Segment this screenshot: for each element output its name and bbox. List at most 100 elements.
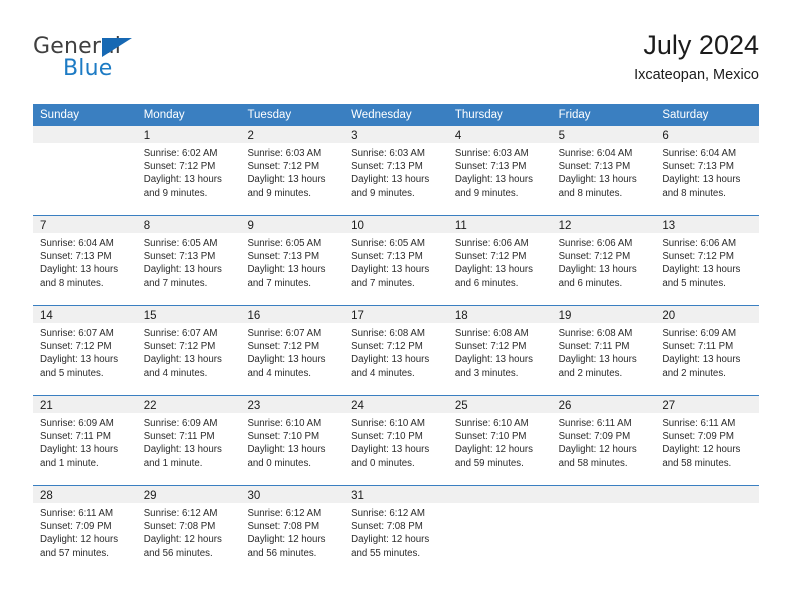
day-cell[interactable]: 23 Sunrise: 6:10 AM Sunset: 7:10 PM Dayligh… [240,396,345,485]
calendar-week-row: 28 Sunrise: 6:11 AM Sunset: 7:09 PM Dayligh… [33,485,760,575]
day-detail-line: Sunrise: 6:03 AM [454,148,529,159]
day-number: 18 [454,310,468,322]
day-cell-details: Sunrise: 6:10 AM Sunset: 7:10 PM Daylight:… [240,413,344,470]
day-detail-line: Daylight: 13 hours [454,264,533,276]
day-cell-details: Sunrise: 6:12 AM Sunset: 7:08 PM Daylight:… [137,503,241,560]
day-number-band [33,126,137,143]
day-number-band: 21 [33,396,137,413]
day-number: 24 [351,400,364,412]
day-detail-line: Daylight: 12 hours [143,534,222,546]
general-blue-logo[interactable]: General Blue [33,34,233,86]
day-number-band: 25 [447,396,552,413]
day-detail-line: Daylight: 13 hours [143,444,222,456]
day-cell[interactable]: 13 Sunrise: 6:06 AM Sunset: 7:12 PM Dayligh… [655,216,760,305]
day-cell[interactable]: 22 Sunrise: 6:09 AM Sunset: 7:11 PM Dayligh… [136,396,241,485]
day-cell[interactable]: 11 Sunrise: 6:06 AM Sunset: 7:12 PM Dayligh… [447,216,552,305]
day-cell[interactable]: 25 Sunrise: 6:10 AM Sunset: 7:10 PM Dayligh… [447,396,552,485]
day-cell[interactable]: 26 Sunrise: 6:11 AM Sunset: 7:09 PM Dayligh… [551,396,656,485]
day-detail-line: Sunset: 7:13 PM [351,161,423,173]
day-detail-line: Daylight: 13 hours [247,444,326,456]
day-cell-details: Sunrise: 6:07 AM Sunset: 7:12 PM Daylight:… [137,323,241,380]
day-cell[interactable]: 31 Sunrise: 6:12 AM Sunset: 7:08 PM Dayligh… [344,486,448,575]
day-cell[interactable]: 1 Sunrise: 6:02 AM Sunset: 7:12 PM Daylight… [136,126,241,215]
day-detail-line: and 7 minutes. [351,277,415,289]
day-cell[interactable]: 5 Sunrise: 6:04 AM Sunset: 7:13 PM Daylight… [551,126,656,215]
day-detail-line: Daylight: 13 hours [662,174,741,186]
day-cell[interactable]: 29 Sunrise: 6:12 AM Sunset: 7:08 PM Dayligh… [136,486,241,575]
day-detail-line: Sunset: 7:13 PM [40,251,112,263]
day-detail-line: Sunrise: 6:12 AM [143,508,218,519]
day-number-band: 23 [240,396,345,413]
day-cell[interactable]: 19 Sunrise: 6:08 AM Sunset: 7:11 PM Dayligh… [551,306,656,395]
day-number: 10 [351,220,364,232]
day-cell[interactable]: 10 Sunrise: 6:05 AM Sunset: 7:13 PM Dayligh… [344,216,448,305]
day-number: 12 [558,220,572,232]
day-number: 27 [662,400,676,412]
day-cell[interactable]: 18 Sunrise: 6:08 AM Sunset: 7:12 PM Dayligh… [447,306,552,395]
day-number-band: 3 [344,126,448,143]
day-detail-line: Sunrise: 6:07 AM [143,328,218,339]
day-cell-empty [551,486,656,575]
day-cell[interactable]: 30 Sunrise: 6:12 AM Sunset: 7:08 PM Dayligh… [240,486,345,575]
day-cell-empty [33,126,137,215]
day-cell-details: Sunrise: 6:02 AM Sunset: 7:12 PM Daylight:… [137,143,241,200]
day-detail-line: Sunrise: 6:02 AM [143,148,218,159]
day-detail-line: and 1 minute. [143,457,203,469]
day-number-band: 30 [240,486,345,503]
day-cell[interactable]: 2 Sunrise: 6:03 AM Sunset: 7:12 PM Daylight… [240,126,345,215]
day-cell[interactable]: 24 Sunrise: 6:10 AM Sunset: 7:10 PM Dayligh… [344,396,448,485]
day-number: 26 [558,400,572,412]
day-number-band: 2 [240,126,345,143]
day-detail-line: Sunset: 7:13 PM [558,161,631,173]
day-number-band: 22 [136,396,241,413]
day-cell[interactable]: 8 Sunrise: 6:05 AM Sunset: 7:13 PM Daylight… [136,216,241,305]
day-detail-line: Sunset: 7:11 PM [558,341,630,353]
day-detail-line: and 55 minutes. [351,547,421,559]
day-detail-line: Sunset: 7:10 PM [351,431,423,443]
day-cell-details: Sunrise: 6:04 AM Sunset: 7:13 PM Daylight:… [552,143,656,200]
day-cell[interactable]: 21 Sunrise: 6:09 AM Sunset: 7:11 PM Dayligh… [33,396,137,485]
day-detail-line: Sunset: 7:12 PM [40,341,112,353]
day-detail-line: Sunrise: 6:03 AM [247,148,322,159]
day-number: 20 [662,310,676,322]
day-cell[interactable]: 14 Sunrise: 6:07 AM Sunset: 7:12 PM Dayligh… [33,306,137,395]
day-detail-line: Sunset: 7:09 PM [558,431,631,443]
day-detail-line: and 8 minutes. [40,277,104,289]
day-cell[interactable]: 12 Sunrise: 6:06 AM Sunset: 7:12 PM Dayligh… [551,216,656,305]
day-detail-line: Sunset: 7:13 PM [351,251,423,263]
day-cell[interactable]: 17 Sunrise: 6:08 AM Sunset: 7:12 PM Dayligh… [344,306,448,395]
day-detail-line: Daylight: 13 hours [662,264,741,276]
day-detail-line: Sunset: 7:11 PM [662,341,734,353]
day-detail-line: and 58 minutes. [662,457,732,469]
day-cell[interactable]: 16 Sunrise: 6:07 AM Sunset: 7:12 PM Dayligh… [240,306,345,395]
day-cell[interactable]: 7 Sunrise: 6:04 AM Sunset: 7:13 PM Daylight… [33,216,137,305]
day-number: 15 [143,310,157,322]
day-cell[interactable]: 27 Sunrise: 6:11 AM Sunset: 7:09 PM Dayligh… [655,396,760,485]
day-cell[interactable]: 9 Sunrise: 6:05 AM Sunset: 7:13 PM Daylight… [240,216,345,305]
day-cell[interactable]: 20 Sunrise: 6:09 AM Sunset: 7:11 PM Dayligh… [655,306,760,395]
day-number-band: 28 [33,486,137,503]
day-number-band [655,486,760,503]
day-detail-line: Sunrise: 6:08 AM [351,328,425,339]
day-detail-line: Daylight: 13 hours [247,264,326,276]
day-detail-line: Sunset: 7:12 PM [662,251,734,263]
day-cell[interactable]: 6 Sunrise: 6:04 AM Sunset: 7:13 PM Daylight… [655,126,760,215]
day-number: 9 [247,220,254,232]
day-detail-line: Sunrise: 6:10 AM [454,418,529,429]
day-detail-line: Sunrise: 6:09 AM [40,418,114,429]
day-number-band: 27 [655,396,760,413]
day-detail-line: and 0 minutes. [351,457,415,469]
day-cell[interactable]: 4 Sunrise: 6:03 AM Sunset: 7:13 PM Daylight… [447,126,552,215]
day-number: 11 [454,220,467,232]
day-cell-details: Sunrise: 6:05 AM Sunset: 7:13 PM Daylight:… [344,233,448,290]
day-detail-line: Sunset: 7:09 PM [662,431,734,443]
day-detail-line: Sunrise: 6:05 AM [143,238,218,249]
day-cell[interactable]: 15 Sunrise: 6:07 AM Sunset: 7:12 PM Dayligh… [136,306,241,395]
day-number-band: 18 [447,306,552,323]
day-cell-details: Sunrise: 6:05 AM Sunset: 7:13 PM Daylight:… [240,233,344,290]
day-detail-line: Sunset: 7:13 PM [143,251,216,263]
day-cell-empty [655,486,760,575]
day-number-band: 5 [551,126,656,143]
day-cell[interactable]: 28 Sunrise: 6:11 AM Sunset: 7:09 PM Dayligh… [33,486,137,575]
day-cell[interactable]: 3 Sunrise: 6:03 AM Sunset: 7:13 PM Daylight… [344,126,448,215]
